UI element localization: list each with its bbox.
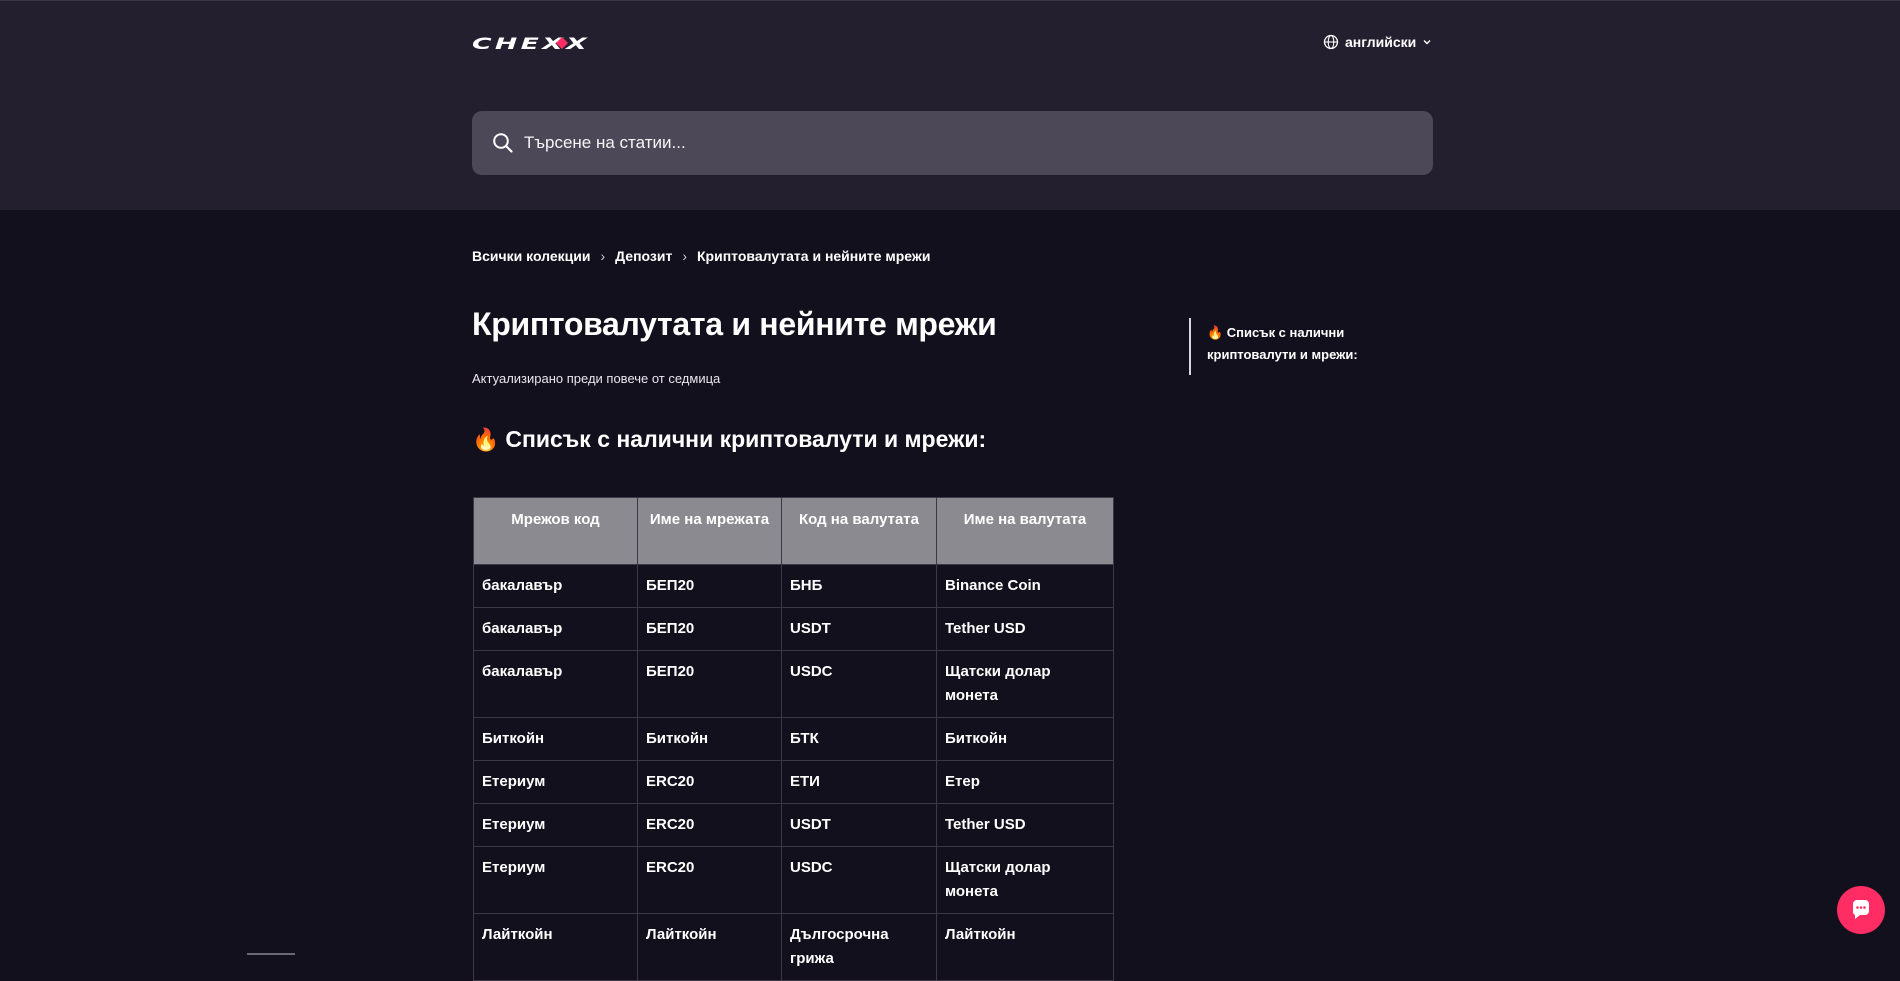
table-cell: Биткойн [473,717,638,761]
table-row: бакалавър БЕП20 USDC Щатски долар монета [473,650,1114,718]
table-cell: БЕП20 [637,607,782,651]
table-cell: ERC20 [637,760,782,804]
table-cell: Дългосрочна грижа [781,913,937,981]
breadcrumb-deposit[interactable]: Депозит [615,248,672,264]
table-cell: Лайткойн [637,913,782,981]
table-row: Биткойн Биткойн БТК Биткойн [473,717,1114,761]
table-cell: Етер [936,760,1114,804]
site-header: CHEXX английски [0,0,1900,210]
search-bar[interactable] [472,111,1433,175]
toc-item[interactable]: 🔥 Списък с налични криптовалути и мрежи: [1207,325,1358,362]
table-cell: ЕТИ [781,760,937,804]
language-selector[interactable]: английски [1323,34,1432,50]
table-cell: БТК [781,717,937,761]
chexx-logo-icon: CHEXX [472,34,590,52]
column-header: Име на мрежата [637,497,782,565]
chevron-down-icon [1423,40,1431,45]
crypto-networks-table: Мрежов код Име на мрежата Код на валутат… [473,497,1114,981]
table-row: Етериум ERC20 USDC Щатски долар монета [473,846,1114,914]
table-row: бакалавър БЕП20 БНБ Binance Coin [473,564,1114,608]
table-cell: бакалавър [473,564,638,608]
table-cell: ERC20 [637,846,782,914]
table-cell: Етериум [473,760,638,804]
table-cell: Binance Coin [936,564,1114,608]
updated-text: Актуализирано преди повече от седмица [472,371,721,386]
brand-logo[interactable]: CHEXX [472,33,592,53]
chat-bubble-icon [1852,900,1869,919]
table-cell: USDC [781,650,937,718]
fire-icon: 🔥 [472,426,500,452]
globe-icon [1323,34,1339,50]
table-cell: Биткойн [637,717,782,761]
table-cell: USDC [781,846,937,914]
breadcrumb-current: Криптовалутата и нейните мрежи [697,248,931,264]
table-cell: USDT [781,803,937,847]
table-cell: Лайткойн [473,913,638,981]
table-row: Лайткойн Лайткойн Дългосрочна грижа Лайт… [473,913,1114,981]
page-title: Криптовалутата и нейните мрежи [472,306,997,342]
svg-text:CHEXX: CHEXX [472,34,590,52]
section-heading: 🔥 Списък с налични криптовалути и мрежи: [472,426,986,453]
table-cell: БЕП20 [637,650,782,718]
breadcrumb: Всички колекции › Депозит › Криптовалута… [472,248,930,264]
table-cell: бакалавър [473,607,638,651]
table-of-contents: 🔥 Списък с налични криптовалути и мрежи: [1189,318,1389,375]
column-header: Име на валутата [936,497,1114,565]
table-cell: БНБ [781,564,937,608]
table-cell: Щатски долар монета [936,846,1114,914]
table-cell: Tether USD [936,607,1114,651]
search-icon [493,133,513,153]
table-cell: БЕП20 [637,564,782,608]
chevron-right-icon: › [600,248,606,264]
column-header: Мрежов код [473,497,638,565]
chat-launcher-button[interactable] [1837,886,1885,934]
table-cell: Лайткойн [936,913,1114,981]
table-cell: USDT [781,607,937,651]
breadcrumb-all-collections[interactable]: Всички колекции [472,248,590,264]
table-cell: Етериум [473,803,638,847]
section-heading-text: Списък с налични криптовалути и мрежи: [505,426,987,452]
table-row: Етериум ERC20 ЕТИ Етер [473,760,1114,804]
table-cell: бакалавър [473,650,638,718]
table-cell: Щатски долар монета [936,650,1114,718]
search-input[interactable] [522,132,1406,154]
table-cell: Етериум [473,846,638,914]
chevron-right-icon: › [682,248,688,264]
table-header-row: Мрежов код Име на мрежата Код на валутат… [473,497,1114,565]
table-cell: Tether USD [936,803,1114,847]
column-header: Код на валутата [781,497,937,565]
table-cell: Биткойн [936,717,1114,761]
table-row: Етериум ERC20 USDT Tether USD [473,803,1114,847]
language-label: английски [1345,34,1417,50]
table-row: бакалавър БЕП20 USDT Tether USD [473,607,1114,651]
table-cell: ERC20 [637,803,782,847]
